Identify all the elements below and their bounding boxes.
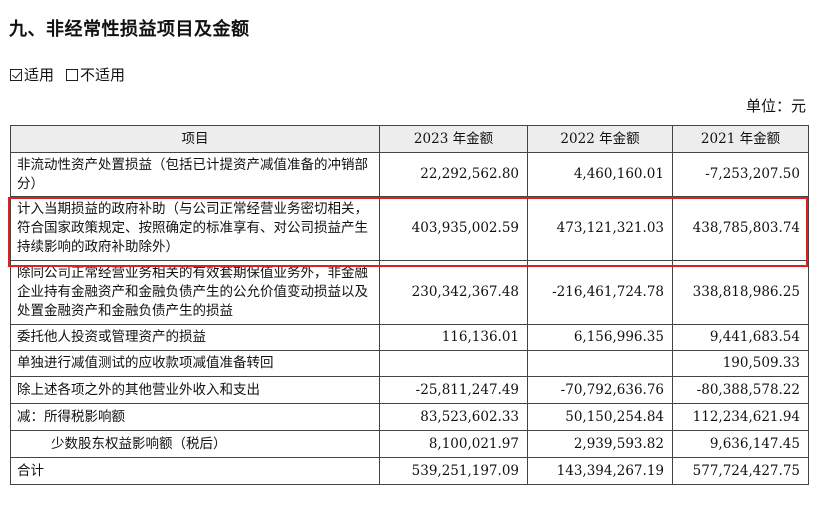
table-row: 除同公司正常经营业务相关的有效套期保值业务外，非金融企业持有金融资产和金融负债产…: [10, 260, 809, 325]
value-2023: 403,935,002.59: [379, 196, 528, 261]
value-2021: 577,724,427.75: [672, 457, 809, 485]
header-2022: 2022 年金额: [527, 125, 673, 153]
value-2021: 438,785,803.74: [672, 196, 809, 261]
row-item: 计入当期损益的政府补助（与公司正常经营业务密切相关，符合国家政策规定、按照确定的…: [10, 196, 380, 261]
not-applicable-label: 不适用: [80, 66, 126, 84]
row-item: 减：所得税影响额: [10, 403, 380, 431]
value-2021: -80,388,578.22: [672, 376, 809, 404]
value-2021: 112,234,621.94: [672, 403, 809, 431]
unit-label: 单位：元: [745, 97, 806, 115]
value-2022: 50,150,254.84: [527, 403, 673, 431]
row-item: 合计: [10, 457, 380, 485]
value-2023: -25,811,247.49: [379, 376, 528, 404]
value-2021: 9,441,683.54: [672, 324, 809, 351]
table-total-row: 合计 539,251,197.09 143,394,267.19 577,724…: [10, 457, 809, 485]
row-item: 委托他人投资或管理资产的损益: [10, 324, 380, 351]
value-2022: 143,394,267.19: [527, 457, 673, 485]
row-item: 非流动性资产处置损益（包括已计提资产减值准备的冲销部分）: [10, 152, 380, 197]
table-row: 减：所得税影响额 83,523,602.33 50,150,254.84 112…: [10, 403, 809, 431]
section-title: 九、非经常性损益项目及金额: [9, 19, 250, 40]
value-2021: -7,253,207.50: [672, 152, 809, 197]
value-2022: -216,461,724.78: [527, 260, 673, 325]
applicability-options: 适用 不适用: [10, 64, 137, 85]
checked-box-icon[interactable]: [10, 68, 22, 81]
value-2023: 230,342,367.48: [379, 260, 528, 325]
value-2022: 473,121,321.03: [527, 196, 673, 261]
value-2023: [379, 350, 528, 377]
applicable-option[interactable]: 适用: [10, 64, 54, 85]
table-row: 少数股东权益影响额（税后） 8,100,021.97 2,939,593.82 …: [10, 430, 809, 458]
value-2022: [527, 350, 673, 377]
value-2023: 83,523,602.33: [379, 403, 528, 431]
value-2021: 9,636,147.45: [672, 430, 809, 458]
table-row: 单独进行减值测试的应收款项减值准备转回 190,509.33: [10, 350, 809, 377]
value-2021: 190,509.33: [672, 350, 809, 377]
table-row-highlighted: 计入当期损益的政府补助（与公司正常经营业务密切相关，符合国家政策规定、按照确定的…: [10, 196, 809, 261]
row-item: 除同公司正常经营业务相关的有效套期保值业务外，非金融企业持有金融资产和金融负债产…: [10, 260, 380, 325]
header-item: 项目: [10, 125, 380, 153]
value-2021: 338,818,986.25: [672, 260, 809, 325]
row-item: 单独进行减值测试的应收款项减值准备转回: [10, 350, 380, 377]
value-2023: 22,292,562.80: [379, 152, 528, 197]
value-2023: 8,100,021.97: [379, 430, 528, 458]
row-item: 除上述各项之外的其他营业外收入和支出: [10, 376, 380, 404]
header-2021: 2021 年金额: [672, 125, 809, 153]
header-2023: 2023 年金额: [379, 125, 528, 153]
unchecked-box-icon[interactable]: [66, 68, 79, 81]
table-row: 委托他人投资或管理资产的损益 116,136.01 6,156,996.35 9…: [10, 324, 809, 351]
value-2022: 2,939,593.82: [527, 430, 673, 458]
table-header-row: 项目 2023 年金额 2022 年金额 2021 年金额: [10, 125, 809, 153]
applicable-label: 适用: [24, 66, 55, 84]
value-2023: 116,136.01: [379, 324, 528, 351]
table-row: 除上述各项之外的其他营业外收入和支出 -25,811,247.49 -70,79…: [10, 376, 809, 404]
value-2023: 539,251,197.09: [379, 457, 528, 485]
value-2022: 4,460,160.01: [527, 152, 673, 197]
value-2022: 6,156,996.35: [527, 324, 673, 351]
value-2022: -70,792,636.76: [527, 376, 673, 404]
table-row: 非流动性资产处置损益（包括已计提资产减值准备的冲销部分） 22,292,562.…: [10, 152, 809, 197]
row-item: 少数股东权益影响额（税后）: [10, 430, 380, 458]
non-recurring-gains-table: 项目 2023 年金额 2022 年金额 2021 年金额 非流动性资产处置损益…: [10, 125, 809, 485]
not-applicable-option[interactable]: 不适用: [66, 64, 125, 85]
